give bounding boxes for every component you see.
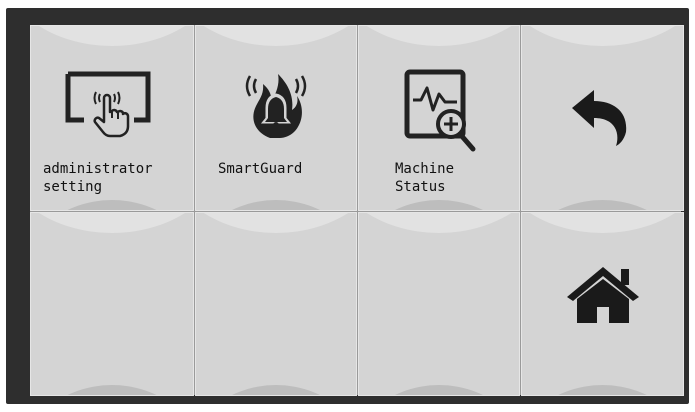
monitor-magnifier-icon — [404, 69, 476, 152]
machine-status-label-line1: Machine — [395, 161, 455, 177]
smartguard-button[interactable]: SmartGuard — [195, 25, 357, 211]
machine-status-label-line2: Status — [395, 179, 446, 195]
back-button[interactable] — [521, 25, 684, 211]
administrator-setting-label-line2: setting — [43, 179, 103, 195]
touch-screen-icon — [65, 71, 151, 138]
administrator-setting-label-line1: administrator — [43, 161, 153, 177]
home-button[interactable] — [521, 212, 684, 396]
empty-tile-1 — [30, 212, 194, 396]
smartguard-label: SmartGuard — [218, 161, 303, 177]
back-arrow-icon — [571, 90, 626, 146]
empty-tile-2 — [195, 212, 357, 396]
administrator-setting-button[interactable]: administrator setting — [30, 25, 194, 211]
menu-grid: administrator setting SmartGuard Machine… — [30, 25, 684, 396]
empty-tile-3 — [358, 212, 520, 396]
home-icon — [566, 267, 639, 323]
machine-status-button[interactable]: Machine Status — [358, 25, 520, 211]
flame-alarm-icon — [245, 74, 307, 138]
